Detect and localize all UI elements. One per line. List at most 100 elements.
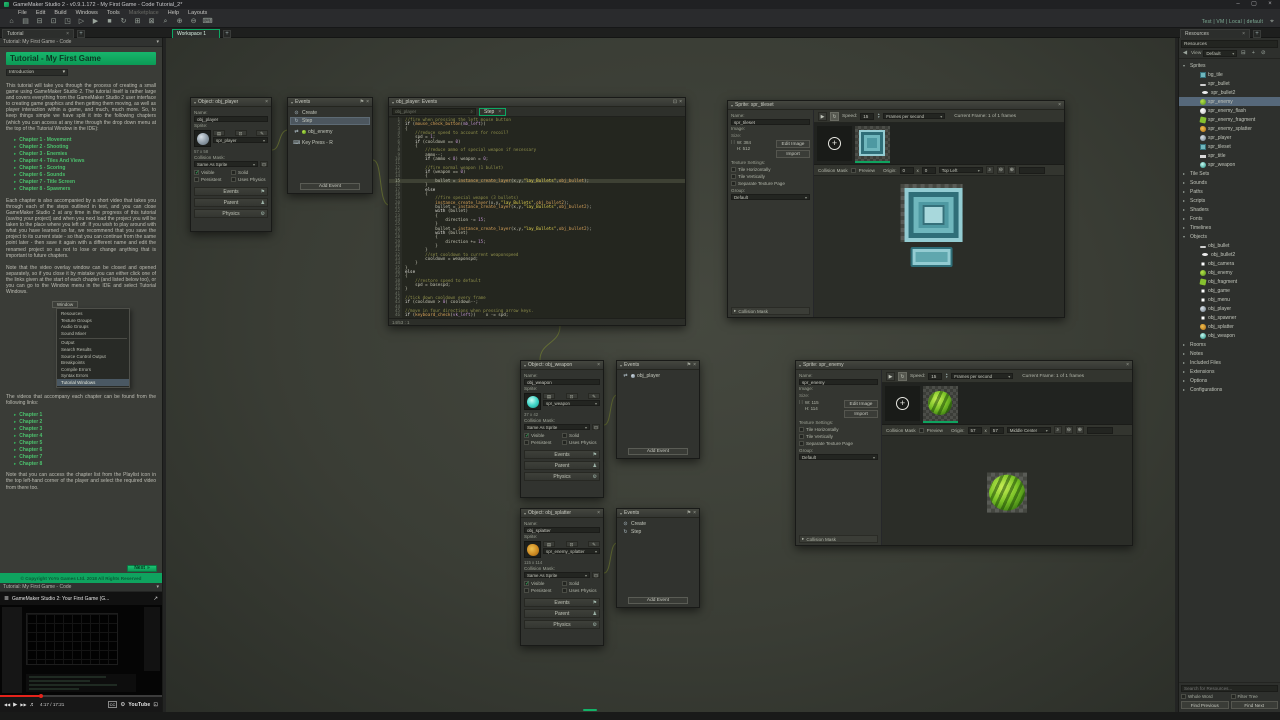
chapter-link[interactable]: Chapter 1 - Movement xyxy=(14,137,156,144)
zoom-out-icon[interactable]: ⊖ xyxy=(996,166,1005,174)
origin-y-input[interactable]: 57 xyxy=(989,426,1004,434)
chapter-link[interactable]: Chapter 3 - Enemies xyxy=(14,151,156,158)
resource-tree-item[interactable]: obj_bullet xyxy=(1179,241,1280,250)
tutorial-panel-header[interactable]: Tutorial: My First Game - Code ▾ xyxy=(0,38,162,47)
sprite-dropdown[interactable]: spr_enemy_splatter ▾ xyxy=(543,548,600,554)
resource-tree-item[interactable]: Options xyxy=(1179,376,1280,385)
add-frame-button[interactable]: + xyxy=(885,386,920,421)
select-sprite-icon[interactable]: ⊡ xyxy=(565,541,578,547)
close-icon[interactable]: × xyxy=(265,99,268,105)
play-icon[interactable]: ▶ xyxy=(13,702,17,708)
workspace-scrollbar[interactable] xyxy=(583,709,597,711)
sort-icon[interactable]: ⊟ xyxy=(1239,50,1247,56)
view-dropdown[interactable]: Default ▾ xyxy=(1203,49,1238,57)
window-titlebar[interactable]: ▾ Sprite: spr_tileset × xyxy=(728,101,1064,110)
zoom-icon[interactable]: ⌕ xyxy=(160,17,171,27)
tab-tutorial[interactable]: Tutorial × xyxy=(2,29,74,38)
save-project-icon[interactable]: ⊡ xyxy=(48,17,59,27)
speed-input[interactable]: 15 xyxy=(860,112,875,120)
loop-icon[interactable]: ↻ xyxy=(830,111,839,121)
window-titlebar[interactable]: ▾ Events ⚑ × xyxy=(617,509,699,518)
origin-mode-dropdown[interactable]: Middle Center ▾ xyxy=(1006,427,1051,433)
resource-tree-item[interactable]: obj_enemy xyxy=(1179,268,1280,277)
resource-tree-item[interactable]: Fonts xyxy=(1179,214,1280,223)
window-titlebar[interactable]: ▾ Events ⚑ × xyxy=(288,98,372,107)
event-item[interactable]: obj_player xyxy=(619,372,697,380)
play-animation-icon[interactable]: ▶ xyxy=(818,111,827,121)
chapter-link[interactable]: Chapter 2 xyxy=(14,418,156,425)
resource-tree-item[interactable]: obj_spawner xyxy=(1179,313,1280,322)
share-icon[interactable]: ↗ xyxy=(153,596,158,602)
resource-tree-item[interactable]: spr_tileset xyxy=(1179,142,1280,151)
tree-arrow-icon[interactable] xyxy=(1183,225,1188,230)
close-tab-icon[interactable]: × xyxy=(498,109,501,115)
add-tab-button[interactable]: + xyxy=(77,30,85,38)
chapter-link[interactable]: Chapter 4 xyxy=(14,432,156,439)
close-icon[interactable]: × xyxy=(693,510,696,516)
origin-y-input[interactable]: 0 xyxy=(921,166,936,174)
uses-physics-checkbox[interactable] xyxy=(231,177,236,182)
settings-gear-icon[interactable]: ⚙ xyxy=(120,702,125,708)
delete-icon[interactable]: ⊘ xyxy=(1259,50,1267,56)
resource-tree-item[interactable]: Tile Sets xyxy=(1179,169,1280,178)
visible-checkbox[interactable] xyxy=(524,581,530,587)
height-value[interactable]: H: 114 xyxy=(805,406,819,411)
code-area[interactable]: 1//fire when pressing the left mouse but… xyxy=(389,117,685,318)
chapter-link[interactable]: Chapter 3 xyxy=(14,425,156,432)
frame-thumbnail[interactable] xyxy=(923,386,958,423)
collapse-icon[interactable]: ▾ xyxy=(799,363,801,368)
preview-checkbox[interactable] xyxy=(918,427,924,433)
tab-step-event[interactable]: Step × xyxy=(479,107,507,116)
menu-item[interactable]: Layouts xyxy=(188,10,207,16)
object-name-input[interactable]: obj_splatter xyxy=(524,527,600,533)
collapse-icon[interactable]: ▾ xyxy=(620,363,622,368)
add-event-button[interactable]: Add Event xyxy=(299,183,361,190)
tree-arrow-icon[interactable] xyxy=(1183,378,1188,383)
tree-arrow-icon[interactable] xyxy=(1183,63,1188,68)
width-value[interactable]: W: 115 xyxy=(805,400,819,405)
object-editor-obj-player[interactable]: ▾ Object: obj_player × Name: obj_player … xyxy=(190,97,272,232)
menu-item[interactable]: Help xyxy=(168,10,179,16)
chapter-link[interactable]: Chapter 1 xyxy=(14,411,156,418)
window-titlebar[interactable]: ▾ Object: obj_splatter × xyxy=(521,509,603,518)
playlist-icon[interactable]: ≣ xyxy=(4,595,9,602)
run-icon[interactable]: ▶ xyxy=(90,17,101,27)
visible-checkbox[interactable] xyxy=(194,170,200,176)
tree-arrow-icon[interactable] xyxy=(1183,171,1188,176)
close-icon[interactable]: × xyxy=(679,99,682,105)
persistent-checkbox[interactable] xyxy=(194,177,199,182)
sprite-dropdown[interactable]: spr_weapon ▾ xyxy=(543,400,600,406)
new-sprite-icon[interactable]: ▤ xyxy=(213,130,225,136)
uses-physics-checkbox[interactable] xyxy=(562,440,567,445)
select-sprite-icon[interactable]: ⊡ xyxy=(234,130,247,136)
resource-tree-item[interactable]: bg_tile xyxy=(1179,70,1280,79)
physics-button[interactable]: Physics ⚙ xyxy=(194,209,268,218)
resource-tree-item[interactable]: Scripts xyxy=(1179,196,1280,205)
add-tab-button[interactable]: + xyxy=(1253,30,1261,38)
new-sprite-icon[interactable]: ▤ xyxy=(543,393,555,399)
speed-stepper[interactable]: ▲ ▼ xyxy=(945,373,948,379)
build-target-status[interactable]: Test | VM | Local | default xyxy=(1202,19,1263,25)
sprite-editor-spr-enemy[interactable]: ▾ Sprite: spr_enemy × Name: spr_enemy Im… xyxy=(795,360,1133,546)
resource-tree-item[interactable]: spr_enemy_splatter xyxy=(1179,124,1280,133)
resource-tree-item[interactable]: spr_title xyxy=(1179,151,1280,160)
chapter-link[interactable]: Chapter 7 - Title Screen xyxy=(14,179,156,186)
event-item[interactable]: obj_enemy xyxy=(290,128,370,136)
tree-arrow-icon[interactable] xyxy=(1183,189,1188,194)
collision-mask-dropdown[interactable]: Same As Sprite ▾ xyxy=(524,572,590,578)
origin-mode-dropdown[interactable]: Top Left ▾ xyxy=(938,167,983,173)
back-icon[interactable]: ◀ xyxy=(1181,50,1189,56)
speed-unit-dropdown[interactable]: Frames per second ▾ xyxy=(951,373,1014,379)
captions-icon[interactable]: CC xyxy=(107,701,118,708)
resource-tree-item[interactable]: spr_bullet xyxy=(1179,79,1280,88)
resource-tree-item[interactable]: spr_weapon xyxy=(1179,160,1280,169)
window-titlebar[interactable]: ▾ Events ⚑ × xyxy=(617,361,699,370)
maximize-button[interactable]: ▢ xyxy=(1248,0,1260,9)
texture-checkbox[interactable] xyxy=(799,441,804,446)
object-editor-obj-splatter[interactable]: ▾ Object: obj_splatter × Name: obj_splat… xyxy=(520,508,604,646)
persistent-checkbox[interactable] xyxy=(524,588,529,593)
resource-tree-item[interactable]: Paths xyxy=(1179,187,1280,196)
next-video-icon[interactable]: ▶▶ xyxy=(20,702,26,707)
sprite-preview[interactable] xyxy=(194,130,211,147)
events-button[interactable]: Events ⚑ xyxy=(524,450,600,459)
